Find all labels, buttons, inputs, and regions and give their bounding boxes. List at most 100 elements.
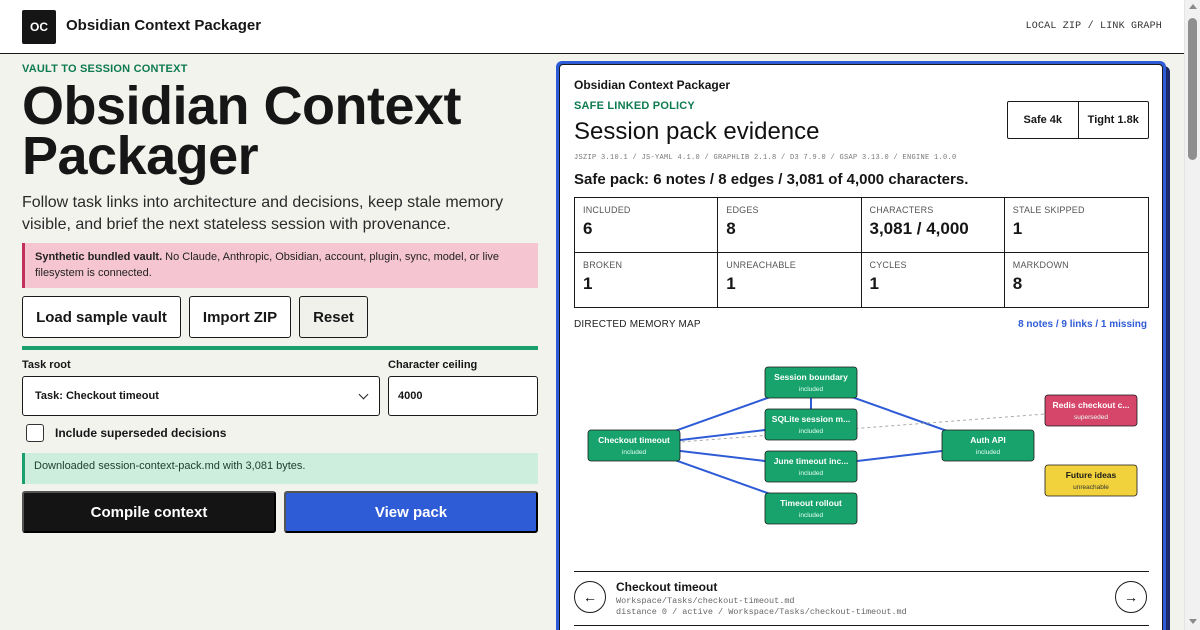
graph-node-status: included bbox=[799, 470, 824, 477]
scrollbar-thumb[interactable] bbox=[1188, 18, 1197, 160]
top-bar: OC Obsidian Context Packager LOCAL ZIP /… bbox=[0, 0, 1184, 54]
task-root-label: Task root bbox=[22, 359, 71, 371]
memory-map-heading: DIRECTED MEMORY MAP bbox=[574, 319, 701, 330]
graph-node-status: unreachable bbox=[1073, 484, 1109, 491]
character-ceiling-label: Character ceiling bbox=[388, 359, 478, 371]
memory-map-count: 8 notes / 9 links / 1 missing bbox=[1018, 319, 1147, 330]
notice-bold: Synthetic bundled vault. bbox=[35, 251, 163, 263]
budget-toggle[interactable]: Safe 4k Tight 1.8k bbox=[1007, 101, 1149, 139]
stat-cell: STALE SKIPPED 1 bbox=[1004, 198, 1148, 253]
stat-value: 8 bbox=[1012, 273, 1023, 293]
graph-node-sqlite[interactable]: SQLite session m... included bbox=[764, 408, 858, 441]
page-scrollbar[interactable] bbox=[1184, 0, 1200, 630]
hero-lede: Follow task links into architecture and … bbox=[22, 194, 504, 233]
current-note-title: Checkout timeout bbox=[616, 580, 718, 594]
memory-map-graph[interactable]: Checkout timeoutincludedSession boundary… bbox=[574, 333, 1149, 559]
stat-value: 6 bbox=[583, 219, 593, 238]
stat-label: MARKDOWN bbox=[1012, 259, 1069, 270]
import-zip-button[interactable]: Import ZIP bbox=[189, 296, 291, 338]
stat-cell: BROKEN 1 bbox=[575, 252, 719, 307]
character-ceiling-value: 4000 bbox=[398, 390, 423, 402]
stat-cell: MARKDOWN 8 bbox=[1005, 253, 1148, 308]
stat-cell: CYCLES 1 bbox=[862, 252, 1005, 307]
scroll-up-icon[interactable] bbox=[1189, 4, 1197, 9]
graph-node-status: superseded bbox=[1074, 414, 1108, 421]
character-ceiling-input[interactable]: 4000 bbox=[388, 376, 538, 416]
graph-node-redis[interactable]: Redis checkout c... superseded bbox=[1044, 394, 1138, 427]
app-title: Obsidian Context Packager bbox=[66, 17, 262, 34]
library-versions: JSZIP 3.10.1 / JS-YAML 4.1.0 / GRAPHLIB … bbox=[574, 154, 957, 162]
app-logo: OC bbox=[22, 10, 56, 44]
graph-node-status: included bbox=[799, 386, 824, 393]
stat-value: 3,081 / 4,000 bbox=[869, 219, 969, 238]
graph-node-status: included bbox=[622, 449, 647, 456]
graph-node-title: Checkout timeout bbox=[598, 435, 670, 445]
task-root-select[interactable]: Task: Checkout timeout bbox=[22, 376, 380, 416]
evidence-panel: Obsidian Context Packager SAFE LINKED PO… bbox=[559, 64, 1163, 630]
graph-node-status: included bbox=[799, 428, 824, 435]
compile-context-button[interactable]: Compile context bbox=[22, 491, 276, 533]
chevron-down-icon bbox=[358, 389, 369, 399]
stat-value: 1 bbox=[869, 273, 879, 293]
header-caption: LOCAL ZIP / LINK GRAPH bbox=[1025, 21, 1162, 32]
panel-app-name: Obsidian Context Packager bbox=[574, 78, 731, 92]
next-note-button[interactable]: → bbox=[1115, 581, 1147, 613]
graph-node-title: SQLite session m... bbox=[772, 414, 850, 424]
graph-node-session[interactable]: Session boundary included bbox=[764, 366, 858, 399]
graph-node-title: Timeout rollout bbox=[780, 498, 842, 508]
superseded-checkbox-label[interactable]: Include superseded decisions bbox=[55, 426, 226, 440]
budget-safe-option[interactable]: Safe 4k bbox=[1008, 102, 1078, 138]
stat-label: STALE SKIPPED bbox=[1012, 205, 1085, 215]
stat-cell: INCLUDED 6 bbox=[575, 198, 719, 253]
stat-cell: UNREACHABLE 1 bbox=[718, 252, 862, 307]
current-note-path: Workspace/Tasks/checkout-timeout.md dist… bbox=[616, 596, 907, 618]
view-pack-button[interactable]: View pack bbox=[284, 491, 538, 533]
status-message: Downloaded session-context-pack.md with … bbox=[22, 453, 538, 484]
load-sample-vault-button[interactable]: Load sample vault bbox=[22, 296, 181, 338]
stat-label: INCLUDED bbox=[583, 205, 631, 215]
graph-node-title: June timeout inc... bbox=[774, 456, 849, 466]
graph-node-title: Auth API bbox=[970, 435, 1006, 445]
stat-cell: EDGES 8 bbox=[718, 198, 862, 253]
intro-eyebrow: VAULT TO SESSION CONTEXT bbox=[22, 63, 188, 75]
evidence-panel-frame: Obsidian Context Packager SAFE LINKED PO… bbox=[556, 61, 1166, 630]
stat-value: 1 bbox=[1012, 219, 1023, 238]
stat-value: 1 bbox=[726, 273, 736, 293]
graph-node-rollout[interactable]: Timeout rollout included bbox=[764, 492, 858, 525]
synthetic-vault-notice: Synthetic bundled vault. No Claude, Anth… bbox=[22, 243, 538, 288]
budget-tight-option[interactable]: Tight 1.8k bbox=[1077, 102, 1149, 138]
stat-label: CHARACTERS bbox=[869, 205, 934, 215]
graph-node-status: included bbox=[976, 449, 1001, 456]
stats-grid: INCLUDED 6 EDGES 8 CHARACTERS 3,081 / 4,000… bbox=[574, 197, 1149, 308]
note-divider-bottom bbox=[574, 625, 1149, 626]
hero-title: Obsidian Context Packager bbox=[22, 76, 462, 186]
arrow-left-icon: ← bbox=[583, 589, 597, 605]
stat-label: UNREACHABLE bbox=[726, 259, 796, 270]
note-divider-top bbox=[574, 571, 1149, 572]
panel-title: Session pack evidence bbox=[574, 118, 820, 145]
prev-note-button[interactable]: ← bbox=[574, 581, 606, 613]
superseded-checkbox[interactable] bbox=[26, 424, 44, 442]
stat-label: EDGES bbox=[726, 205, 759, 215]
stat-value: 1 bbox=[583, 273, 593, 293]
graph-node-title: Session boundary bbox=[774, 372, 848, 382]
graph-node-title: Redis checkout c... bbox=[1053, 400, 1130, 410]
stat-cell: CHARACTERS 3,081 / 4,000 bbox=[861, 198, 1005, 253]
graph-node-title: Future ideas bbox=[1066, 470, 1117, 480]
policy-label: SAFE LINKED POLICY bbox=[574, 100, 695, 112]
section-divider bbox=[22, 346, 538, 350]
graph-node-auth[interactable]: Auth API included bbox=[941, 429, 1035, 462]
stat-label: CYCLES bbox=[869, 259, 907, 270]
graph-node-june[interactable]: June timeout inc... included bbox=[764, 450, 858, 483]
note-path: Workspace/Tasks/checkout-timeout.md bbox=[616, 596, 795, 606]
scroll-down-icon[interactable] bbox=[1189, 619, 1197, 624]
arrow-right-icon: → bbox=[1124, 589, 1138, 605]
note-detail: distance 0 / active / Workspace/Tasks/ch… bbox=[616, 607, 907, 617]
stat-label: BROKEN bbox=[583, 259, 623, 270]
reset-button[interactable]: Reset bbox=[299, 296, 368, 338]
pack-summary: Safe pack: 6 notes / 8 edges / 3,081 of … bbox=[574, 171, 969, 188]
graph-node-future[interactable]: Future ideas unreachable bbox=[1044, 464, 1138, 497]
graph-node-checkout[interactable]: Checkout timeout included bbox=[587, 429, 681, 462]
stat-value: 8 bbox=[726, 219, 736, 238]
graph-node-status: included bbox=[799, 512, 824, 519]
